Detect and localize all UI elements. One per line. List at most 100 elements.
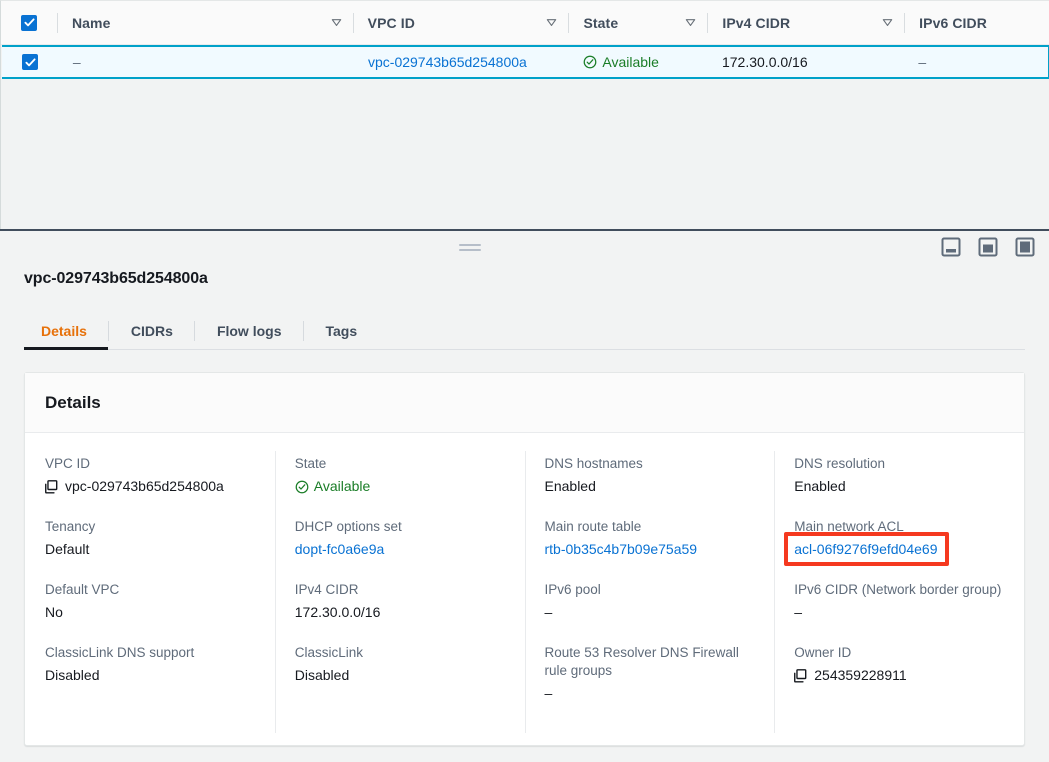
field-dns-hostnames: DNS hostnames Enabled — [545, 455, 755, 496]
field-vpc-id-value: vpc-029743b65d254800a — [45, 477, 255, 496]
row-cell-ipv6-cidr: – — [904, 47, 1048, 77]
table-header-state-label: State — [583, 14, 619, 31]
row-checkbox[interactable] — [22, 54, 39, 70]
select-all-checkbox[interactable] — [21, 14, 38, 31]
main-network-acl-link[interactable]: acl-06f9276f9efd04e69 — [794, 541, 937, 557]
field-classiclink-value: Disabled — [294, 667, 350, 683]
details-card: Details VPC ID vpc-029743b65d254800a Ten… — [24, 372, 1025, 746]
status-badge: Available — [569, 54, 659, 70]
field-ipv6-cidr-network-border-group-label: IPv6 CIDR (Network border group) — [794, 582, 1002, 597]
vpc-table-pane: Name VPC ID State IPv4 CIDR IPv6 CIDR – … — [0, 0, 1049, 229]
field-classiclink-dns-support-value: Disabled — [45, 667, 100, 683]
details-grid: VPC ID vpc-029743b65d254800a Tenancy Def… — [25, 433, 1024, 745]
details-column-2: State Available DHCP options set dopt-fc… — [274, 451, 525, 745]
sort-descending-icon[interactable] — [330, 16, 343, 29]
field-main-network-acl: Main network ACL acl-06f9276f9efd04e69 — [784, 518, 1004, 566]
row-ipv4-cidr-value: 172.30.0.0/16 — [721, 54, 808, 70]
tab-details-label: Details — [41, 322, 87, 339]
field-ipv4-cidr-value: 172.30.0.0/16 — [294, 604, 381, 620]
field-owner-id-text: 254359228911 — [814, 667, 907, 683]
panel-large-icon[interactable] — [1015, 237, 1035, 257]
field-dns-resolution-label: DNS resolution — [794, 456, 886, 471]
tab-cidrs[interactable]: CIDRs — [109, 312, 195, 349]
field-main-route-table-value: rtb-0b35c4b7b09e75a59 — [545, 540, 755, 559]
table-header-ipv4-cidr-label: IPv4 CIDR — [722, 14, 791, 31]
checkmark-icon — [25, 57, 36, 66]
details-column-4: DNS resolution Enabled Main network ACL … — [774, 451, 1024, 745]
field-dhcp-options-set: DHCP options set dopt-fc0a6e9a — [295, 518, 505, 559]
field-classiclink: ClassicLink Disabled — [295, 644, 505, 685]
field-owner-id-label: Owner ID — [794, 645, 852, 660]
field-default-vpc-label: Default VPC — [45, 582, 120, 597]
field-route53-firewall-rule-groups-value: – — [544, 685, 553, 701]
table-header-ipv6-cidr[interactable]: IPv6 CIDR — [905, 1, 1049, 45]
tab-details[interactable]: Details — [24, 312, 109, 350]
tab-tags[interactable]: Tags — [304, 312, 380, 349]
row-cell-vpc-id: vpc-029743b65d254800a — [354, 47, 569, 77]
copy-icon[interactable] — [794, 668, 807, 683]
tab-tags-label: Tags — [325, 322, 358, 339]
field-ipv4-cidr: IPv4 CIDR 172.30.0.0/16 — [295, 581, 505, 622]
field-ipv6-pool-value: – — [544, 604, 553, 620]
table-header-name[interactable]: Name — [58, 1, 354, 45]
panel-medium-icon[interactable] — [978, 237, 998, 257]
split-panel-toolbar — [0, 229, 1049, 262]
row-cell-state: Available — [569, 47, 708, 77]
table-row[interactable]: – vpc-029743b65d254800a Available 172.30… — [2, 45, 1049, 79]
field-classiclink-dns-support-label: ClassicLink DNS support — [45, 645, 195, 660]
field-ipv4-cidr-label: IPv4 CIDR — [294, 582, 359, 597]
field-state-value: Available — [295, 477, 505, 496]
field-main-network-acl-label: Main network ACL — [794, 519, 904, 534]
sort-descending-icon[interactable] — [684, 16, 697, 29]
details-column-1: VPC ID vpc-029743b65d254800a Tenancy Def… — [25, 455, 275, 745]
details-card-title: Details — [45, 392, 101, 412]
checkmark-icon — [24, 18, 35, 27]
field-dns-hostnames-value: Enabled — [544, 478, 596, 494]
field-default-vpc: Default VPC No — [45, 581, 255, 622]
row-cell-name: – — [59, 47, 354, 77]
field-tenancy-value: Default — [45, 541, 90, 557]
field-ipv6-pool: IPv6 pool – — [545, 581, 755, 622]
field-main-route-table: Main route table rtb-0b35c4b7b09e75a59 — [545, 518, 755, 559]
grip-line — [459, 244, 481, 246]
details-column-3: DNS hostnames Enabled Main route table r… — [524, 451, 775, 745]
field-ipv6-cidr-network-border-group-value: – — [794, 604, 803, 620]
row-ipv6-cidr-value: – — [918, 54, 927, 70]
field-dns-resolution-value: Enabled — [794, 478, 846, 494]
field-dhcp-options-set-value: dopt-fc0a6e9a — [295, 540, 505, 559]
sort-descending-icon[interactable] — [545, 16, 558, 29]
table-header-vpc-id-label: VPC ID — [367, 14, 415, 31]
field-ipv6-pool-label: IPv6 pool — [544, 582, 601, 597]
tab-cidrs-label: CIDRs — [130, 322, 173, 339]
field-owner-id-value: 254359228911 — [794, 666, 1004, 685]
main-network-acl-highlight-wrap: acl-06f9276f9efd04e69 — [784, 532, 950, 566]
row-cell-ipv4-cidr: 172.30.0.0/16 — [708, 47, 904, 77]
table-header-row: Name VPC ID State IPv4 CIDR IPv6 CIDR — [1, 1, 1049, 45]
panel-small-icon[interactable] — [941, 237, 961, 257]
dhcp-options-set-link[interactable]: dopt-fc0a6e9a — [295, 541, 385, 557]
field-vpc-id-text: vpc-029743b65d254800a — [65, 478, 224, 494]
row-vpc-id-link[interactable]: vpc-029743b65d254800a — [354, 54, 527, 70]
table-header-select-all — [1, 1, 58, 45]
field-tenancy: Tenancy Default — [45, 518, 255, 559]
copy-icon[interactable] — [45, 479, 58, 494]
details-card-header: Details — [25, 373, 1024, 433]
table-empty-area — [1, 79, 1049, 229]
field-main-route-table-label: Main route table — [544, 519, 642, 534]
table-header-state[interactable]: State — [569, 1, 709, 45]
table-header-ipv4-cidr[interactable]: IPv4 CIDR — [708, 1, 906, 45]
field-owner-id: Owner ID 254359228911 — [794, 644, 1004, 685]
sort-descending-icon[interactable] — [881, 16, 894, 29]
field-state-label: State — [294, 456, 327, 471]
resize-handle[interactable] — [459, 244, 481, 254]
tab-flow-logs[interactable]: Flow logs — [195, 312, 304, 349]
main-route-table-link[interactable]: rtb-0b35c4b7b09e75a59 — [545, 541, 698, 557]
field-state-text: Available — [313, 478, 371, 494]
status-badge: Available — [295, 477, 371, 496]
field-vpc-id: VPC ID vpc-029743b65d254800a — [45, 455, 255, 496]
grip-line — [459, 249, 481, 251]
row-name-value: – — [72, 54, 81, 70]
tab-flow-logs-label: Flow logs — [216, 322, 282, 339]
table-header-vpc-id[interactable]: VPC ID — [354, 1, 570, 45]
field-route53-firewall-rule-groups: Route 53 Resolver DNS Firewall rule grou… — [545, 644, 755, 703]
